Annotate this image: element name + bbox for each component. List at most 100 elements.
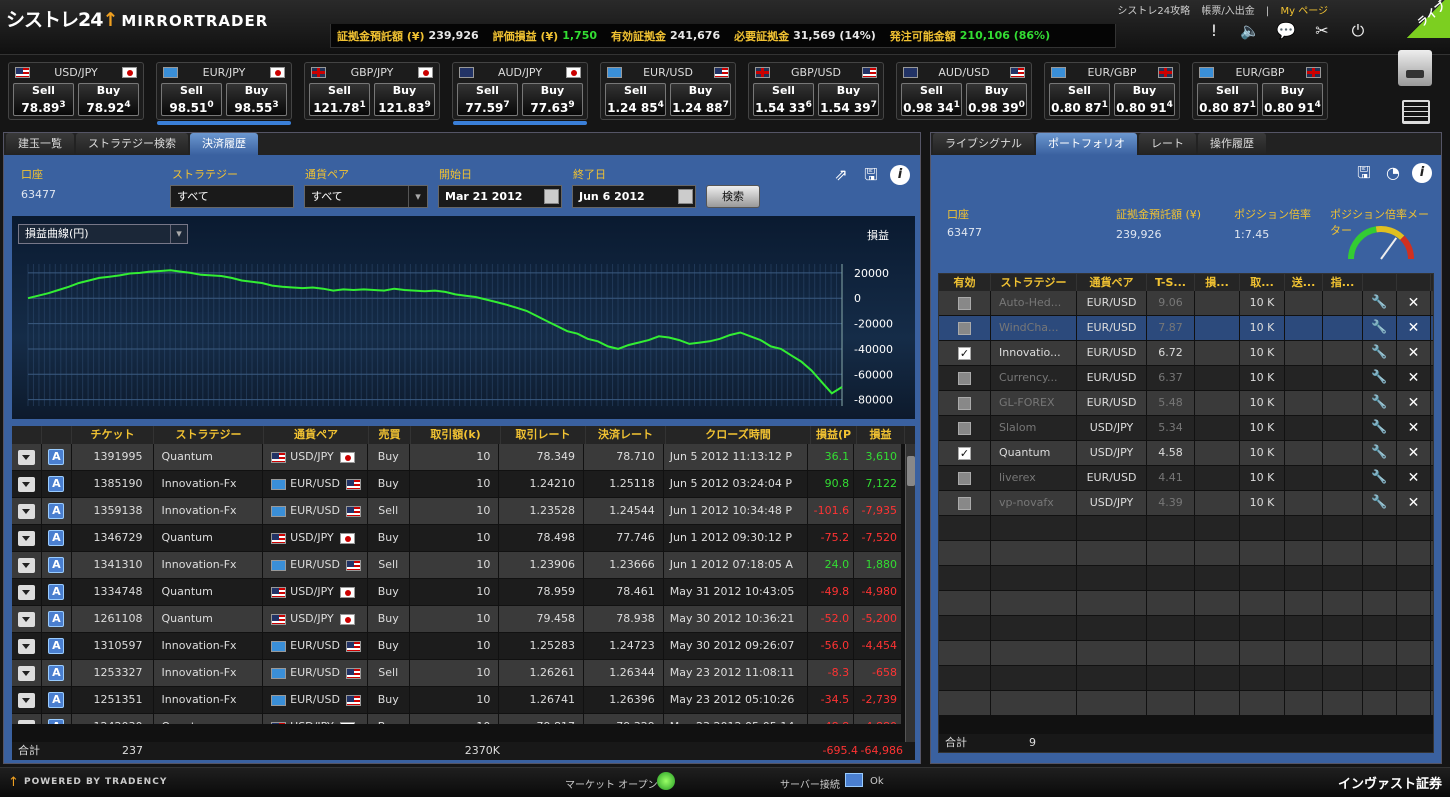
power-icon[interactable]: ⏻ bbox=[1347, 20, 1369, 42]
wrench-icon[interactable]: 🔧 bbox=[1371, 420, 1387, 435]
wrench-icon[interactable]: 🔧 bbox=[1371, 495, 1387, 510]
table-row[interactable]: A 1359138 Innovation-Fx EUR/USD Sell 10 1.2352… bbox=[12, 498, 902, 525]
auto-trade-icon[interactable]: A bbox=[48, 638, 65, 654]
portfolio-row[interactable]: ✓ Innovatio... EUR/USD 6.72 10 K 🔧 ✕ bbox=[939, 341, 1433, 366]
enable-checkbox[interactable] bbox=[958, 371, 971, 385]
strategy-field[interactable]: すべて bbox=[170, 185, 294, 208]
link-reports[interactable]: 帳票/入出金 bbox=[1201, 6, 1254, 17]
speaker-icon[interactable]: 🔈 bbox=[1239, 20, 1261, 42]
delete-icon[interactable]: ✕ bbox=[1408, 495, 1420, 511]
expand-dropdown-icon[interactable] bbox=[17, 530, 35, 546]
table-row[interactable]: A 1261108 Quantum USD/JPY Buy 10 79.458 78.938 M… bbox=[12, 606, 902, 633]
table-row[interactable]: A 1310597 Innovation-Fx EUR/USD Buy 10 1.25283… bbox=[12, 633, 902, 660]
sell-button[interactable]: Sell 1.24 854 bbox=[605, 83, 666, 116]
expand-dropdown-icon[interactable] bbox=[17, 611, 35, 627]
tab-strategy-search[interactable]: ストラテジー検索 bbox=[76, 133, 188, 155]
auto-trade-icon[interactable]: A bbox=[48, 584, 65, 600]
table-row[interactable]: A 1391995 Quantum USD/JPY Buy 10 78.349 78.710 J… bbox=[12, 444, 902, 471]
sell-button[interactable]: Sell 0.80 871 bbox=[1049, 83, 1110, 116]
enable-checkbox[interactable] bbox=[958, 421, 971, 435]
auto-trade-icon[interactable]: A bbox=[48, 503, 65, 519]
delete-icon[interactable]: ✕ bbox=[1408, 395, 1420, 411]
delete-icon[interactable]: ✕ bbox=[1408, 345, 1420, 361]
table-header-cell[interactable]: クローズ時間 bbox=[666, 426, 811, 444]
buy-button[interactable]: Buy 121.839 bbox=[374, 83, 435, 116]
sell-button[interactable]: Sell 0.98 341 bbox=[901, 83, 962, 116]
wrench-icon[interactable]: 🔧 bbox=[1371, 320, 1387, 335]
buy-button[interactable]: Buy 0.80 914 bbox=[1262, 83, 1323, 116]
sell-button[interactable]: Sell 121.781 bbox=[309, 83, 370, 116]
info-icon[interactable]: i bbox=[1412, 163, 1432, 183]
table-scrollbar[interactable] bbox=[905, 444, 915, 742]
delete-icon[interactable]: ✕ bbox=[1408, 320, 1420, 336]
tab-portfolio[interactable]: ポートフォリオ bbox=[1036, 133, 1137, 155]
table-row[interactable]: A 1253327 Innovation-Fx EUR/USD Sell 10 1.2626… bbox=[12, 660, 902, 687]
expand-dropdown-icon[interactable] bbox=[17, 557, 35, 573]
pair-dropdown[interactable]: すべて bbox=[304, 185, 428, 208]
buy-button[interactable]: Buy 1.54 397 bbox=[818, 83, 879, 116]
auto-trade-icon[interactable]: A bbox=[48, 449, 65, 465]
pie-chart-icon[interactable]: ◔ bbox=[1383, 163, 1403, 183]
tab-live-signal[interactable]: ライブシグナル bbox=[933, 133, 1034, 155]
start-date-field[interactable]: Mar 21 2012 bbox=[438, 185, 562, 208]
alert-icon[interactable]: ! bbox=[1203, 20, 1225, 42]
expand-dropdown-icon[interactable] bbox=[17, 449, 35, 465]
auto-trade-icon[interactable]: A bbox=[48, 692, 65, 708]
portfolio-row[interactable]: vp-novafx USD/JPY 4.39 10 K 🔧 ✕ bbox=[939, 491, 1433, 516]
auto-trade-icon[interactable]: A bbox=[48, 530, 65, 546]
wrench-icon[interactable]: 🔧 bbox=[1371, 295, 1387, 310]
enable-checkbox[interactable] bbox=[958, 496, 971, 510]
table-body[interactable]: A 1391995 Quantum USD/JPY Buy 10 78.349 78.710 J… bbox=[12, 444, 902, 724]
auto-trade-icon[interactable]: A bbox=[48, 719, 65, 724]
portfolio-row[interactable]: liverex EUR/USD 4.41 10 K 🔧 ✕ bbox=[939, 466, 1433, 491]
buy-button[interactable]: Buy 0.98 390 bbox=[966, 83, 1027, 116]
sell-button[interactable]: Sell 77.597 bbox=[457, 83, 518, 116]
wrench-icon[interactable]: 🔧 bbox=[1371, 345, 1387, 360]
sell-button[interactable]: Sell 1.54 336 bbox=[753, 83, 814, 116]
notepad-icon[interactable] bbox=[1402, 100, 1430, 124]
enable-checkbox[interactable] bbox=[958, 396, 971, 410]
auto-trade-icon[interactable]: A bbox=[48, 611, 65, 627]
chart-type-dropdown[interactable]: 損益曲線(円) bbox=[18, 224, 188, 244]
table-row[interactable]: A 1334748 Quantum USD/JPY Buy 10 78.959 78.461 M… bbox=[12, 579, 902, 606]
portfolio-row[interactable]: WindCha... EUR/USD 7.87 10 K 🔧 ✕ bbox=[939, 316, 1433, 341]
table-row[interactable]: A 1346729 Quantum USD/JPY Buy 10 78.498 77.746 J… bbox=[12, 525, 902, 552]
tab-rates[interactable]: レート bbox=[1139, 133, 1196, 155]
scroll-thumb[interactable] bbox=[907, 456, 915, 486]
buy-button[interactable]: Buy 1.24 887 bbox=[670, 83, 731, 116]
enable-checkbox[interactable]: ✓ bbox=[958, 346, 971, 360]
enable-checkbox[interactable] bbox=[958, 321, 971, 335]
tab-settlement-history[interactable]: 決済履歴 bbox=[190, 133, 258, 155]
table-row[interactable]: A 1251351 Innovation-Fx EUR/USD Buy 10 1.26741… bbox=[12, 687, 902, 714]
delete-icon[interactable]: ✕ bbox=[1408, 295, 1420, 311]
expand-dropdown-icon[interactable] bbox=[17, 638, 35, 654]
wrench-icon[interactable]: 🔧 bbox=[1371, 470, 1387, 485]
portfolio-row[interactable]: Currency... EUR/USD 6.37 10 K 🔧 ✕ bbox=[939, 366, 1433, 391]
enable-checkbox[interactable]: ✓ bbox=[958, 446, 971, 460]
buy-button[interactable]: Buy 98.553 bbox=[226, 83, 287, 116]
portfolio-table-body[interactable]: Auto-Hed... EUR/USD 9.06 10 K 🔧 ✕ WindCha... EU… bbox=[939, 291, 1433, 716]
table-row[interactable]: A 1341310 Innovation-Fx EUR/USD Sell 10 1.2390… bbox=[12, 552, 902, 579]
export-icon[interactable]: ⇗ bbox=[831, 165, 851, 185]
end-date-field[interactable]: Jun 6 2012 bbox=[572, 185, 696, 208]
link-strategy-guide[interactable]: シストレ24攻略 bbox=[1117, 6, 1190, 17]
calendar-icon[interactable] bbox=[678, 189, 693, 204]
sell-button[interactable]: Sell 78.893 bbox=[13, 83, 74, 116]
expand-dropdown-icon[interactable] bbox=[17, 476, 35, 492]
expand-dropdown-icon[interactable] bbox=[17, 719, 35, 724]
table-row[interactable]: A 1385190 Innovation-Fx EUR/USD Buy 10 1.24210… bbox=[12, 471, 902, 498]
delete-icon[interactable]: ✕ bbox=[1408, 370, 1420, 386]
auto-trade-icon[interactable]: A bbox=[48, 665, 65, 681]
auto-trade-icon[interactable]: A bbox=[48, 557, 65, 573]
expand-dropdown-icon[interactable] bbox=[17, 503, 35, 519]
portfolio-row[interactable]: Auto-Hed... EUR/USD 9.06 10 K 🔧 ✕ bbox=[939, 291, 1433, 316]
chat-icon[interactable]: 💬 bbox=[1275, 20, 1297, 42]
delete-icon[interactable]: ✕ bbox=[1408, 445, 1420, 461]
calendar-icon[interactable] bbox=[544, 189, 559, 204]
expand-dropdown-icon[interactable] bbox=[17, 665, 35, 681]
portfolio-row[interactable]: ✓ Quantum USD/JPY 4.58 10 K 🔧 ✕ bbox=[939, 441, 1433, 466]
buy-button[interactable]: Buy 77.639 bbox=[522, 83, 583, 116]
info-icon[interactable]: i bbox=[890, 165, 910, 185]
eject-button[interactable] bbox=[1398, 50, 1432, 86]
delete-icon[interactable]: ✕ bbox=[1408, 470, 1420, 486]
